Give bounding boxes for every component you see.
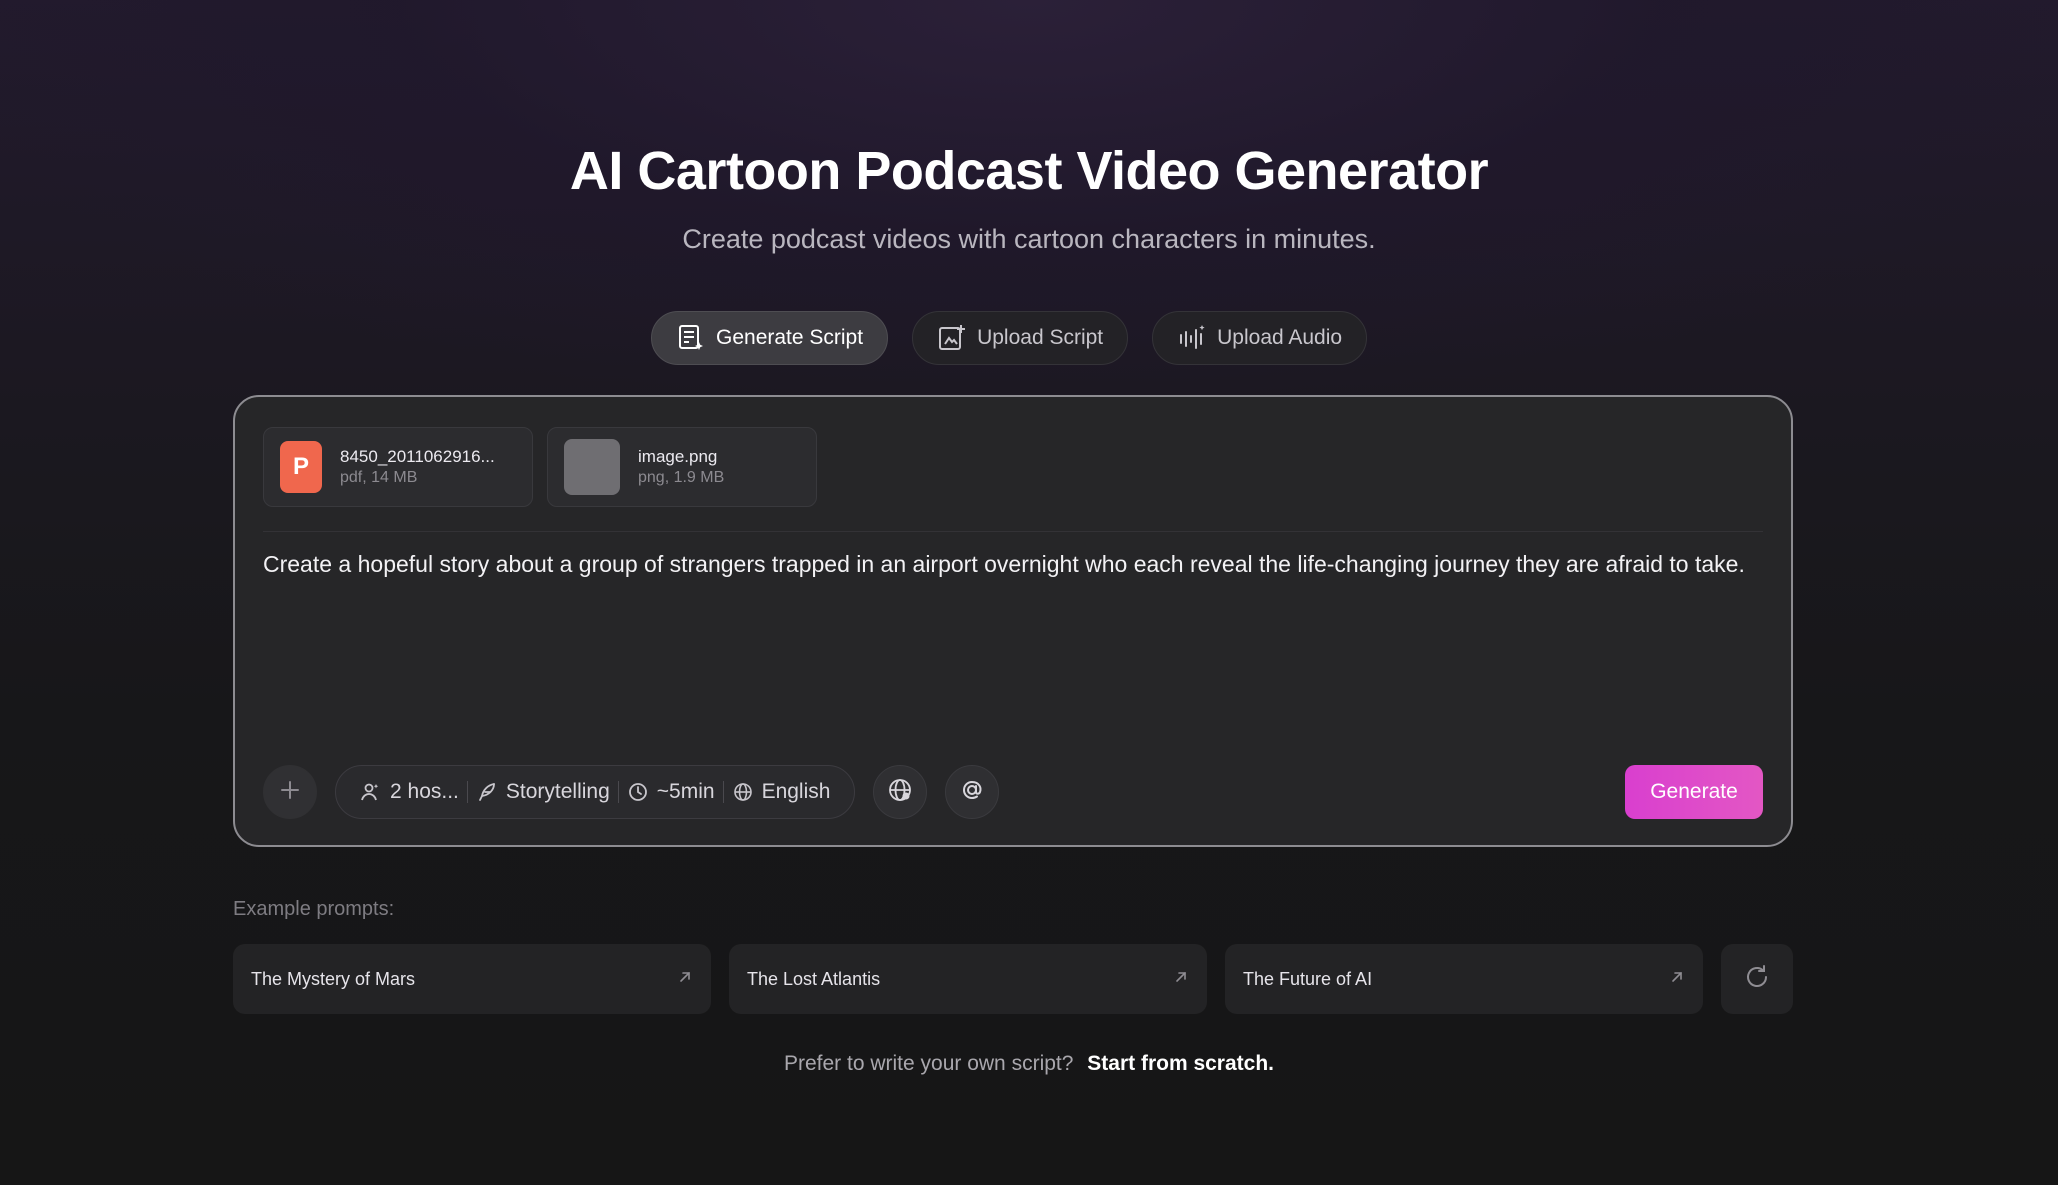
example-prompt-label: The Future of AI bbox=[1243, 968, 1373, 989]
plus-icon bbox=[278, 778, 302, 807]
clock-icon bbox=[627, 781, 649, 803]
example-prompt-label: The Mystery of Mars bbox=[251, 968, 416, 989]
arrow-up-right-icon bbox=[677, 969, 693, 990]
hosts-label: 2 hos... bbox=[390, 780, 459, 803]
tab-upload-audio[interactable]: Upload Audio bbox=[1152, 311, 1368, 365]
tab-generate-script[interactable]: Generate Script bbox=[651, 311, 889, 365]
style-option[interactable]: Storytelling bbox=[468, 780, 618, 804]
language-option[interactable]: English bbox=[724, 780, 839, 804]
duration-option[interactable]: ~5min bbox=[619, 780, 723, 804]
tab-label: Upload Script bbox=[977, 326, 1104, 349]
mention-button[interactable] bbox=[945, 765, 1000, 819]
refresh-examples-button[interactable] bbox=[1721, 944, 1793, 1014]
attachment-name: image.png bbox=[638, 447, 718, 466]
audio-wave-icon bbox=[1177, 323, 1207, 353]
web-globe-icon bbox=[886, 776, 914, 809]
footer-text: Prefer to write your own script? bbox=[783, 1052, 1074, 1075]
refresh-icon bbox=[1743, 963, 1771, 996]
page-subtitle: Create podcast videos with cartoon chara… bbox=[682, 224, 1376, 254]
composer-divider bbox=[263, 531, 1763, 532]
tab-label: Generate Script bbox=[716, 326, 864, 349]
example-prompts: The Mystery of Mars The Lost Atlantis Th… bbox=[233, 944, 1793, 1014]
attachment-info: pdf, 14 MB bbox=[340, 469, 418, 486]
hosts-option[interactable]: 2 hos... bbox=[352, 780, 467, 804]
image-file-icon bbox=[564, 439, 620, 495]
duration-label: ~5min bbox=[656, 780, 715, 803]
page-title: AI Cartoon Podcast Video Generator bbox=[569, 141, 1489, 201]
style-label: Storytelling bbox=[505, 780, 610, 803]
attachment-card-image[interactable]: image.png png, 1.9 MB bbox=[547, 427, 817, 507]
attachment-name: 8450_2011062916... bbox=[340, 447, 495, 466]
pdf-file-icon: P bbox=[280, 441, 322, 493]
composer-toolbar: 2 hos... Storytelling ~5min English bbox=[263, 765, 1000, 819]
script-sparkle-icon bbox=[676, 323, 706, 353]
example-prompt-card[interactable]: The Future of AI bbox=[1225, 944, 1703, 1014]
prompt-input[interactable]: Create a hopeful story about a group of … bbox=[263, 549, 1753, 579]
language-label: English bbox=[761, 780, 831, 803]
attachment-info: png, 1.9 MB bbox=[638, 469, 725, 486]
example-prompt-card[interactable]: The Lost Atlantis bbox=[729, 944, 1207, 1014]
example-prompt-label: The Lost Atlantis bbox=[747, 968, 881, 989]
tab-label: Upload Audio bbox=[1217, 326, 1343, 349]
example-prompt-card[interactable]: The Mystery of Mars bbox=[233, 944, 711, 1014]
examples-label: Example prompts: bbox=[233, 898, 395, 920]
add-attachment-button[interactable] bbox=[263, 765, 317, 819]
footer: Prefer to write your own script? Start f… bbox=[0, 1052, 2058, 1076]
at-sign-icon bbox=[959, 777, 985, 808]
start-from-scratch-link[interactable]: Start from scratch. bbox=[1087, 1052, 1274, 1075]
hosts-icon bbox=[360, 781, 382, 803]
web-search-button[interactable] bbox=[873, 765, 928, 819]
feather-pen-icon bbox=[476, 781, 498, 803]
tab-upload-script[interactable]: Upload Script bbox=[912, 311, 1129, 365]
generate-button[interactable]: Generate bbox=[1625, 765, 1763, 819]
attachment-card-pdf[interactable]: P 8450_2011062916... pdf, 14 MB bbox=[263, 427, 533, 507]
globe-icon bbox=[732, 781, 754, 803]
arrow-up-right-icon bbox=[1173, 969, 1189, 990]
prompt-composer: P 8450_2011062916... pdf, 14 MB image.pn… bbox=[233, 395, 1793, 847]
arrow-up-right-icon bbox=[1669, 969, 1685, 990]
attachment-list: P 8450_2011062916... pdf, 14 MB image.pn… bbox=[263, 427, 817, 507]
generation-options: 2 hos... Storytelling ~5min English bbox=[335, 765, 856, 819]
mode-tabs: Generate Script Upload Script Upload Aud… bbox=[651, 311, 1368, 365]
upload-document-icon bbox=[937, 323, 967, 353]
